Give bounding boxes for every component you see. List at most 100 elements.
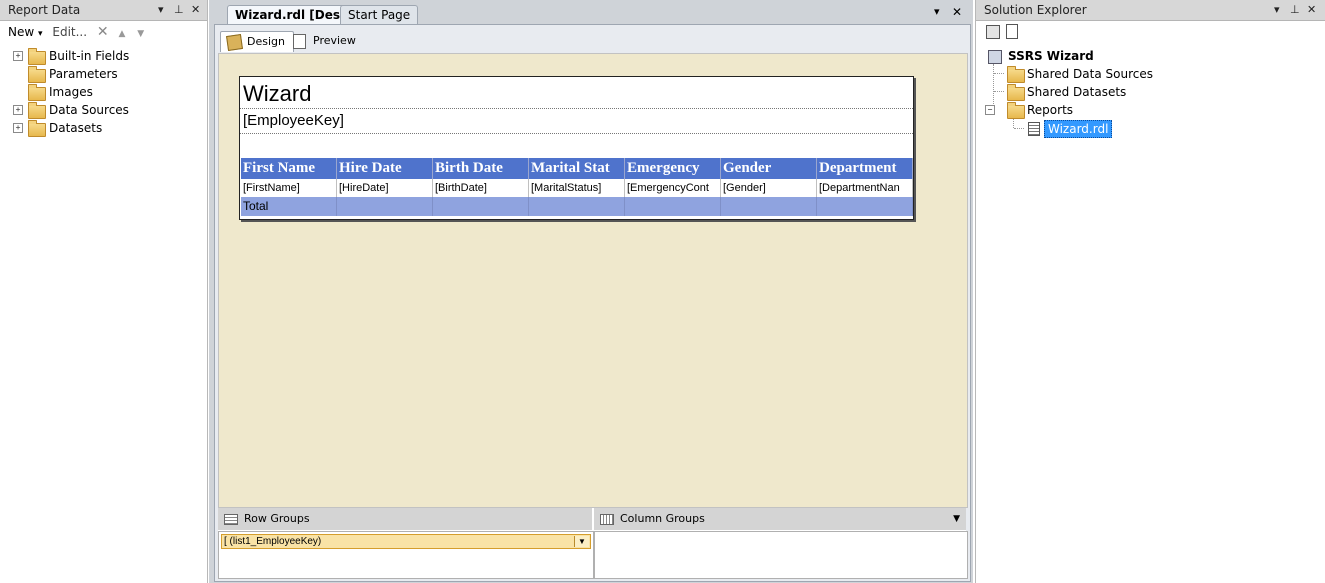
- report-list-body[interactable]: Wizard [EmployeeKey] First Name Hire Dat…: [239, 76, 914, 220]
- document-dropdown-icon[interactable]: ▾: [934, 5, 940, 18]
- folder-icon: [28, 120, 46, 137]
- report-data-toolbar: New ▾ Edit... ✕ ▲ ▼: [0, 21, 207, 43]
- tab-preview[interactable]: Preview: [287, 31, 364, 51]
- move-down-icon[interactable]: ▼: [137, 29, 144, 39]
- detail-cell[interactable]: [Gender]: [721, 179, 817, 197]
- document-close-icon[interactable]: ✕: [952, 5, 962, 19]
- folder-icon: [1007, 66, 1025, 83]
- report-file-icon: [1028, 122, 1040, 136]
- detail-cell[interactable]: [HireDate]: [337, 179, 433, 197]
- dropdown-icon[interactable]: ▾: [1274, 0, 1280, 20]
- row-group-item-label: [ (list1_EmployeeKey): [224, 536, 322, 547]
- dropdown-icon[interactable]: ▾: [158, 0, 164, 20]
- detail-cell[interactable]: [BirthDate]: [433, 179, 529, 197]
- close-icon[interactable]: ✕: [191, 0, 200, 20]
- document-area: Wizard.rdl [Design] Start Page ▾ ✕ Desig…: [209, 0, 973, 583]
- properties-icon[interactable]: [986, 25, 1000, 39]
- row-groups-label: Row Groups: [244, 512, 310, 525]
- pin-icon[interactable]: ⊥: [1290, 0, 1300, 20]
- tree-item-data-sources[interactable]: + Data Sources: [0, 101, 200, 119]
- tab-design[interactable]: Design: [220, 31, 294, 52]
- file-wizard-rdl[interactable]: Wizard.rdl: [976, 119, 1296, 138]
- folder-shared-data-sources[interactable]: Shared Data Sources: [976, 65, 1296, 83]
- selected-file-label: Wizard.rdl: [1044, 120, 1113, 138]
- chevron-down-icon: ▾: [38, 29, 43, 39]
- expand-icon[interactable]: +: [13, 51, 23, 61]
- group-field-textbox[interactable]: [EmployeeKey]: [243, 112, 344, 130]
- expand-icon[interactable]: +: [13, 105, 23, 115]
- row-group-dropdown-icon[interactable]: ▼: [574, 536, 589, 547]
- row-groups-header: Row Groups: [218, 508, 592, 530]
- header-cell[interactable]: Birth Date: [433, 158, 529, 179]
- new-label: New: [8, 25, 35, 39]
- detail-cell[interactable]: [FirstName]: [241, 179, 337, 197]
- total-cell[interactable]: [529, 197, 625, 216]
- folder-icon: [28, 102, 46, 119]
- report-project-icon: [988, 50, 1002, 64]
- tree-item-label: Datasets: [49, 121, 103, 135]
- total-cell[interactable]: [817, 197, 913, 216]
- project-node[interactable]: SSRS Wizard: [986, 47, 1306, 65]
- tree-item-parameters[interactable]: Parameters: [0, 65, 200, 83]
- total-cell[interactable]: [433, 197, 529, 216]
- collapse-icon[interactable]: −: [985, 105, 995, 115]
- header-cell[interactable]: Hire Date: [337, 158, 433, 179]
- open-folder-icon: [1007, 102, 1025, 119]
- solution-explorer-titlebar: Solution Explorer ▾ ⊥ ✕: [976, 0, 1325, 21]
- total-cell[interactable]: [721, 197, 817, 216]
- edit-button[interactable]: Edit...: [52, 25, 87, 39]
- column-groups-list: [594, 531, 968, 579]
- document-content: Design Preview Wizard [EmployeeKey] Firs…: [214, 24, 971, 582]
- folder-label: Shared Data Sources: [1027, 67, 1153, 81]
- divider: [240, 108, 913, 109]
- grouping-pane: Row Groups Column Groups ▼ [ (list1_Empl…: [218, 508, 968, 579]
- total-cell[interactable]: [337, 197, 433, 216]
- row-group-item[interactable]: [ (list1_EmployeeKey) ▼: [221, 534, 591, 549]
- report-data-title: Report Data: [8, 3, 81, 17]
- new-button[interactable]: New ▾: [8, 25, 43, 39]
- tab-start-page[interactable]: Start Page: [340, 5, 419, 24]
- pin-icon[interactable]: ⊥: [174, 0, 184, 20]
- report-data-titlebar: Report Data ▾ ⊥ ✕: [0, 0, 207, 21]
- preview-icon: [293, 34, 306, 49]
- header-cell[interactable]: Emergency: [625, 158, 721, 179]
- total-label-cell[interactable]: Total: [241, 197, 337, 216]
- tab-preview-label: Preview: [313, 34, 356, 47]
- folder-label: Shared Datasets: [1027, 85, 1127, 99]
- detail-cell[interactable]: [EmergencyCont: [625, 179, 721, 197]
- report-design-canvas[interactable]: Wizard [EmployeeKey] First Name Hire Dat…: [218, 53, 968, 508]
- header-cell[interactable]: Department: [817, 158, 913, 179]
- folder-icon: [28, 48, 46, 65]
- divider: [240, 133, 913, 134]
- row-groups-list: [ (list1_EmployeeKey) ▼: [218, 531, 594, 579]
- header-cell[interactable]: Marital Stat: [529, 158, 625, 179]
- report-title[interactable]: Wizard: [243, 81, 311, 107]
- expand-icon[interactable]: +: [13, 123, 23, 133]
- detail-cell[interactable]: [MaritalStatus]: [529, 179, 625, 197]
- tree-item-label: Images: [49, 85, 93, 99]
- tree-item-datasets[interactable]: + Datasets: [0, 119, 200, 137]
- header-cell[interactable]: First Name: [241, 158, 337, 179]
- project-label: SSRS Wizard: [1008, 49, 1094, 63]
- close-icon[interactable]: ✕: [1307, 0, 1316, 20]
- folder-label: Reports: [1027, 103, 1074, 117]
- folder-icon: [28, 84, 46, 101]
- move-up-icon[interactable]: ▲: [118, 29, 125, 39]
- tree-item-label: Data Sources: [49, 103, 129, 117]
- column-groups-dropdown-icon[interactable]: ▼: [953, 508, 960, 530]
- tree-item-built-in-fields[interactable]: + Built-in Fields: [0, 47, 200, 65]
- detail-cell[interactable]: [DepartmentNan: [817, 179, 913, 197]
- design-icon: [226, 34, 243, 51]
- folder-icon: [1007, 84, 1025, 101]
- tab-design-label: Design: [247, 35, 285, 48]
- tree-item-label: Built-in Fields: [49, 49, 130, 63]
- show-all-files-icon[interactable]: [1006, 24, 1018, 39]
- column-groups-header: Column Groups ▼: [594, 508, 966, 530]
- delete-icon[interactable]: ✕: [97, 24, 109, 40]
- tree-item-images[interactable]: Images: [0, 83, 200, 101]
- total-cell[interactable]: [625, 197, 721, 216]
- row-groups-icon: [224, 514, 238, 525]
- folder-reports[interactable]: − Reports: [976, 101, 1296, 119]
- header-cell[interactable]: Gender: [721, 158, 817, 179]
- folder-shared-datasets[interactable]: Shared Datasets: [976, 83, 1296, 101]
